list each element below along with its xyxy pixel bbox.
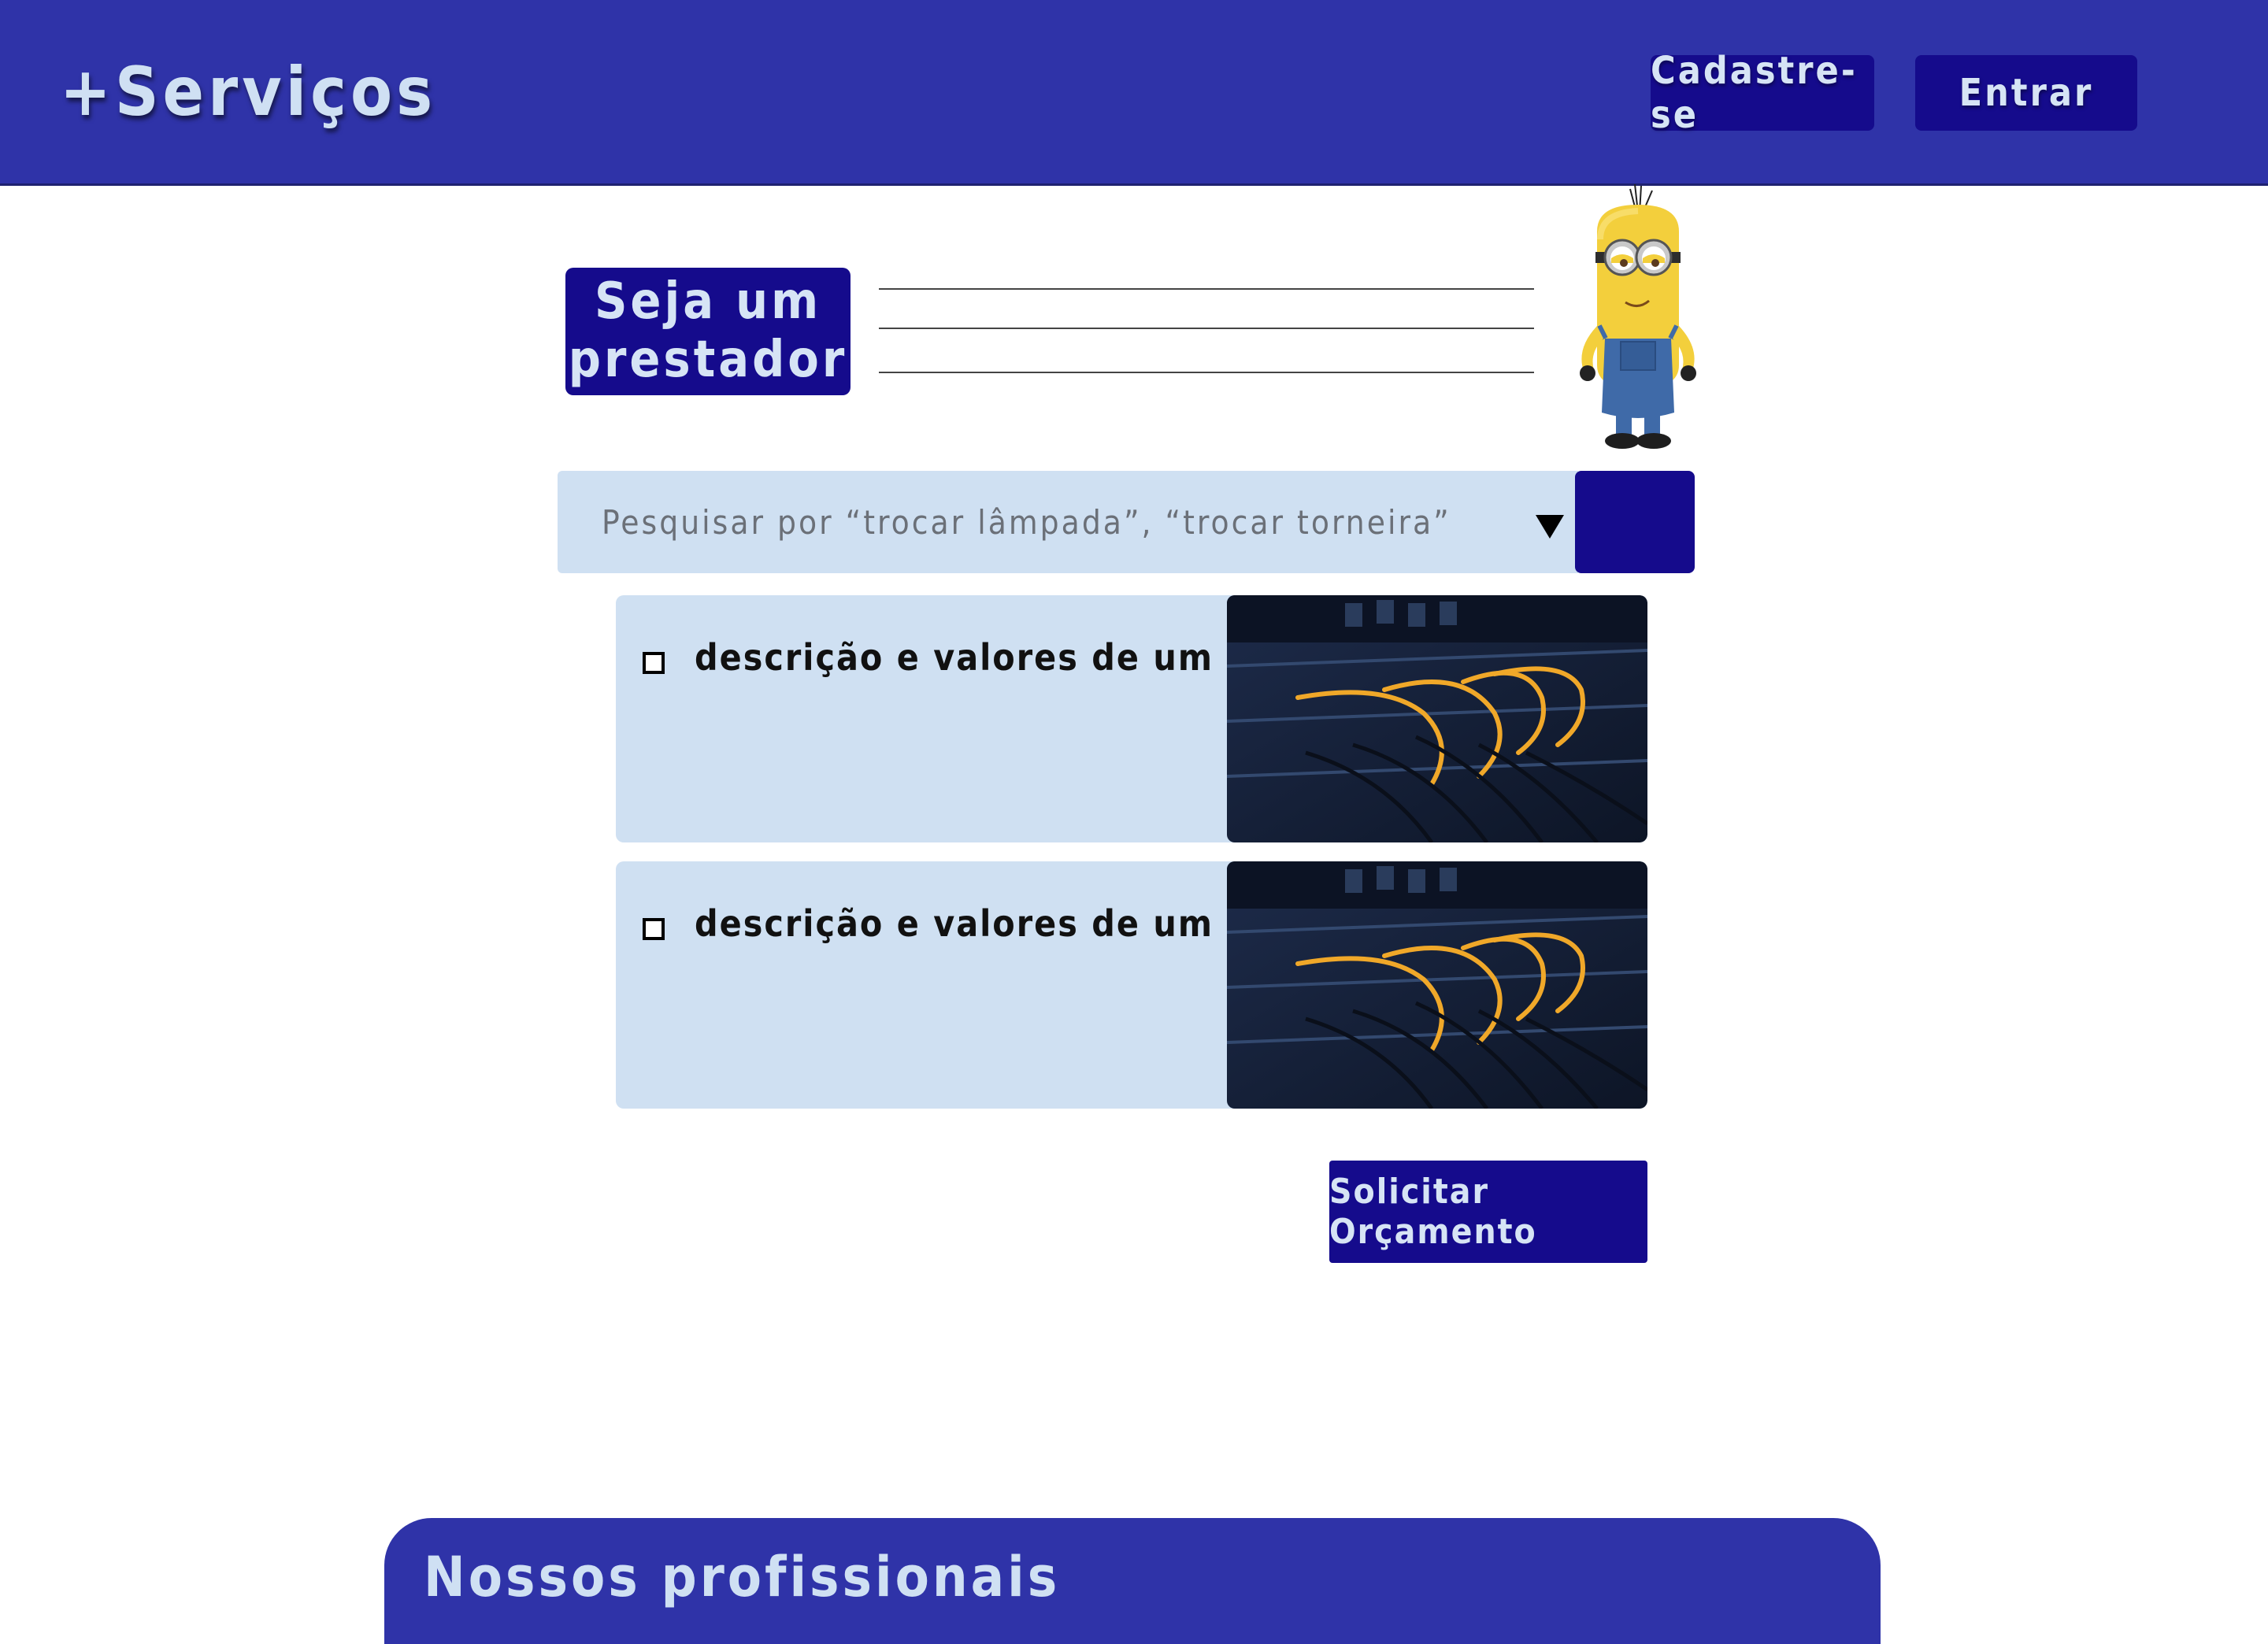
service-checkbox[interactable] [643,652,665,674]
network-cables-image [1227,595,1647,842]
become-provider-button[interactable]: Seja um prestador [565,268,850,395]
search-bar[interactable]: Pesquisar por “trocar lâmpada”, “trocar … [558,471,1578,573]
site-logo[interactable]: +Serviços [60,49,436,135]
login-button[interactable]: Entrar [1915,55,2137,131]
professionals-title: Nossos profissionais [424,1545,1061,1609]
top-header: +Serviços Cadastre-se Entrar [0,0,2268,186]
hero-divider-line [879,288,1534,290]
signup-button[interactable]: Cadastre-se [1651,49,1874,137]
search-input[interactable]: Pesquisar por “trocar lâmpada”, “trocar … [602,471,1451,573]
service-card: descrição e valores de um serviço [616,861,1647,1109]
search-button[interactable] [1575,471,1695,573]
hero-title-line2: prestador [568,331,848,389]
service-card: descrição e valores de um serviço [616,595,1647,842]
network-cables-image [1227,861,1647,1109]
hero-title-line1: Seja um [594,272,822,331]
triangle-down-icon[interactable] [1536,515,1564,539]
service-checkbox[interactable] [643,918,665,940]
professionals-section: Nossos profissionais [384,1518,1881,1644]
hero-divider-line [879,328,1534,329]
hero-divider-line [879,372,1534,373]
minion-mascot-image [1580,184,1696,449]
request-quote-button[interactable]: Solicitar Orçamento [1329,1161,1647,1263]
